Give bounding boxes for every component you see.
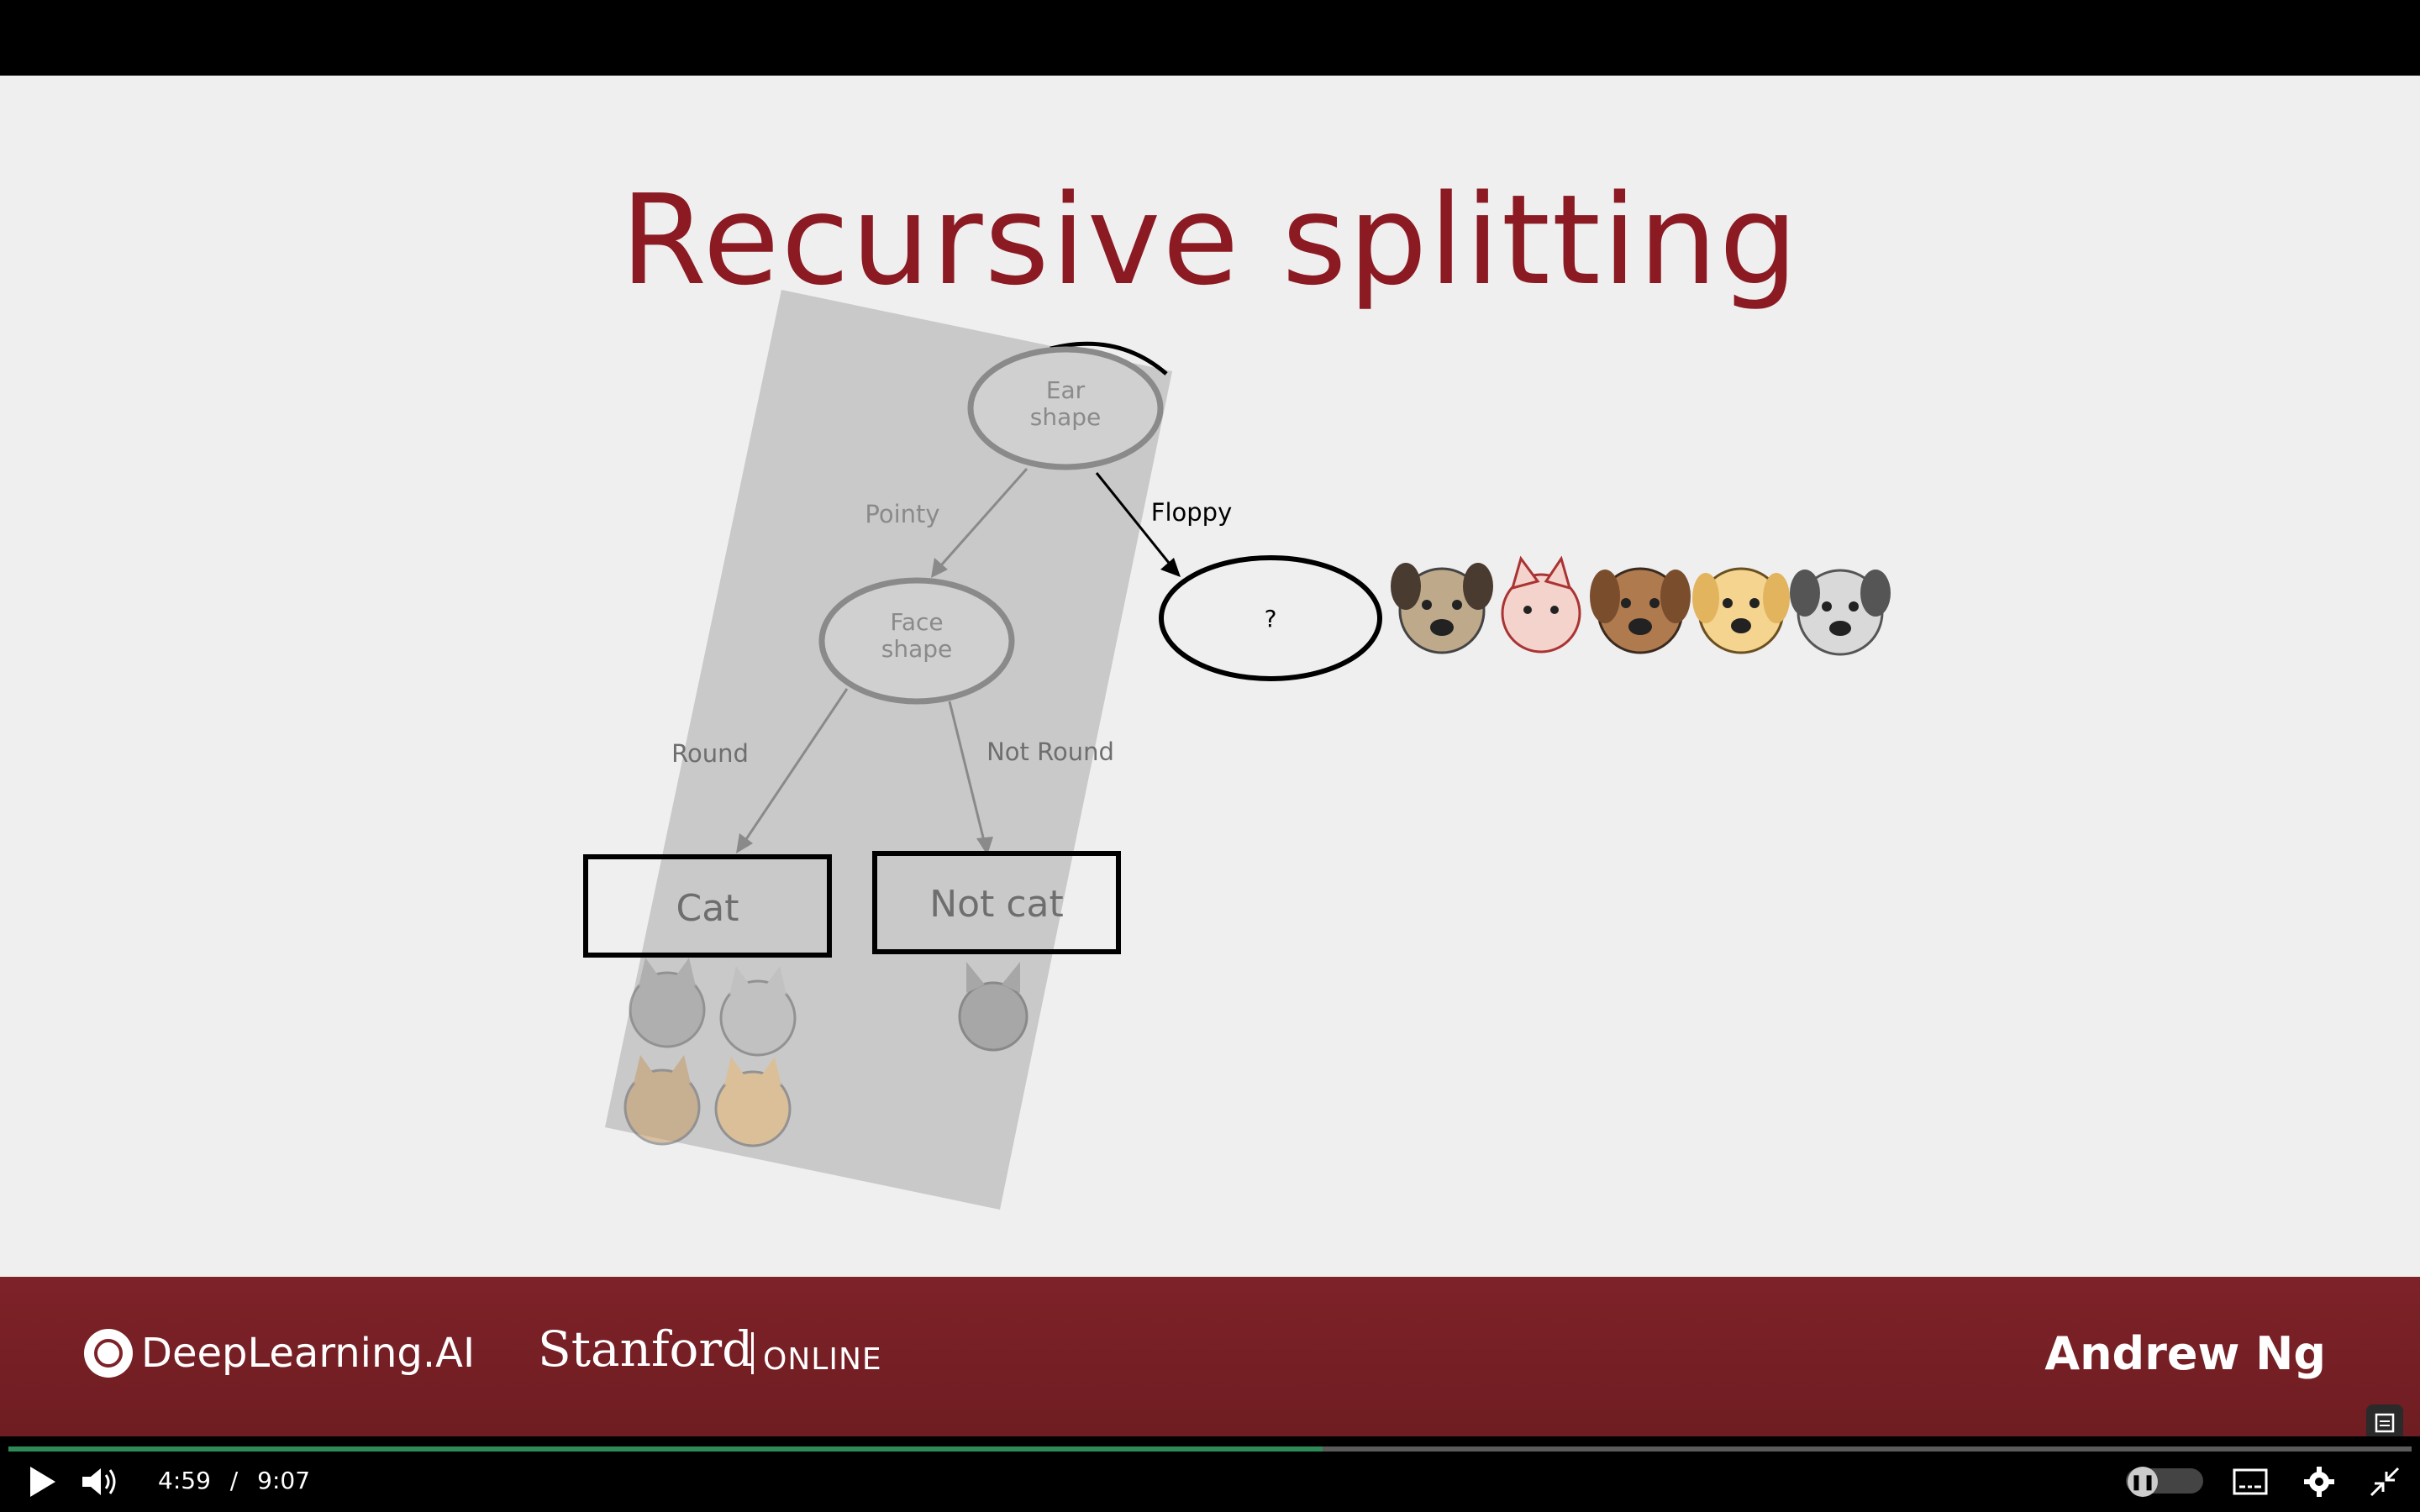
- arrowhead: [1160, 558, 1181, 577]
- duration: 9:07: [257, 1467, 311, 1494]
- node-question-label: ?: [1265, 605, 1277, 633]
- captions-icon[interactable]: [2232, 1465, 2269, 1499]
- cat-icon: [1501, 555, 1581, 654]
- node-face-shape-label-1: Face: [890, 608, 943, 636]
- progress-bar[interactable]: [8, 1446, 2412, 1452]
- dog-icon: [1790, 569, 1891, 656]
- deeplearning-ai-logo: DeepLearning.AI: [84, 1329, 475, 1378]
- exit-fullscreen-icon[interactable]: [2368, 1465, 2402, 1499]
- slide-footer: DeepLearning.AI Stanford ONLINE Andrew N…: [0, 1277, 2420, 1441]
- edge-label-floppy: Floppy: [1151, 498, 1232, 527]
- node-face-shape-label-2: shape: [881, 635, 953, 663]
- instructor-name: Andrew Ng: [2044, 1327, 2326, 1380]
- node-ear-shape-label-1: Ear: [1046, 376, 1086, 404]
- edge-label-pointy: Pointy: [865, 500, 939, 528]
- edge-label-round: Round: [671, 739, 749, 768]
- video-controls: 4:59 / 9:07 ❚❚: [0, 1436, 2420, 1512]
- progress-fill: [8, 1446, 1323, 1452]
- leaf-cat-label: Cat: [676, 887, 739, 930]
- node-ear-shape-label-2: shape: [1030, 403, 1102, 431]
- time-display: 4:59 / 9:07: [158, 1467, 310, 1494]
- dog-icon: [1692, 567, 1790, 654]
- dog-icon: [1391, 563, 1493, 654]
- leaf-not-cat-label: Not cat: [929, 883, 1063, 926]
- stanford-logo-text: Stanford: [538, 1320, 754, 1378]
- dog-icon: [1590, 567, 1691, 654]
- time-separator: /: [229, 1467, 239, 1494]
- deeplearning-ai-icon: [84, 1329, 133, 1378]
- deeplearning-ai-text: DeepLearning.AI: [141, 1330, 476, 1377]
- play-icon[interactable]: [27, 1465, 57, 1499]
- decision-tree-diagram: Ear shape Face shape ? Cat Not cat Point…: [583, 290, 1891, 1210]
- stanford-divider: [751, 1332, 754, 1374]
- volume-icon[interactable]: [81, 1465, 119, 1499]
- settings-icon[interactable]: [2302, 1465, 2336, 1499]
- slide: Recursive splitting Ear shape Face shape…: [0, 76, 2420, 1277]
- pause-toggle-icon[interactable]: ❚❚: [2128, 1467, 2158, 1497]
- stanford-online-text: ONLINE: [763, 1342, 882, 1377]
- current-time: 4:59: [158, 1467, 211, 1494]
- edge-label-not-round: Not Round: [986, 738, 1114, 766]
